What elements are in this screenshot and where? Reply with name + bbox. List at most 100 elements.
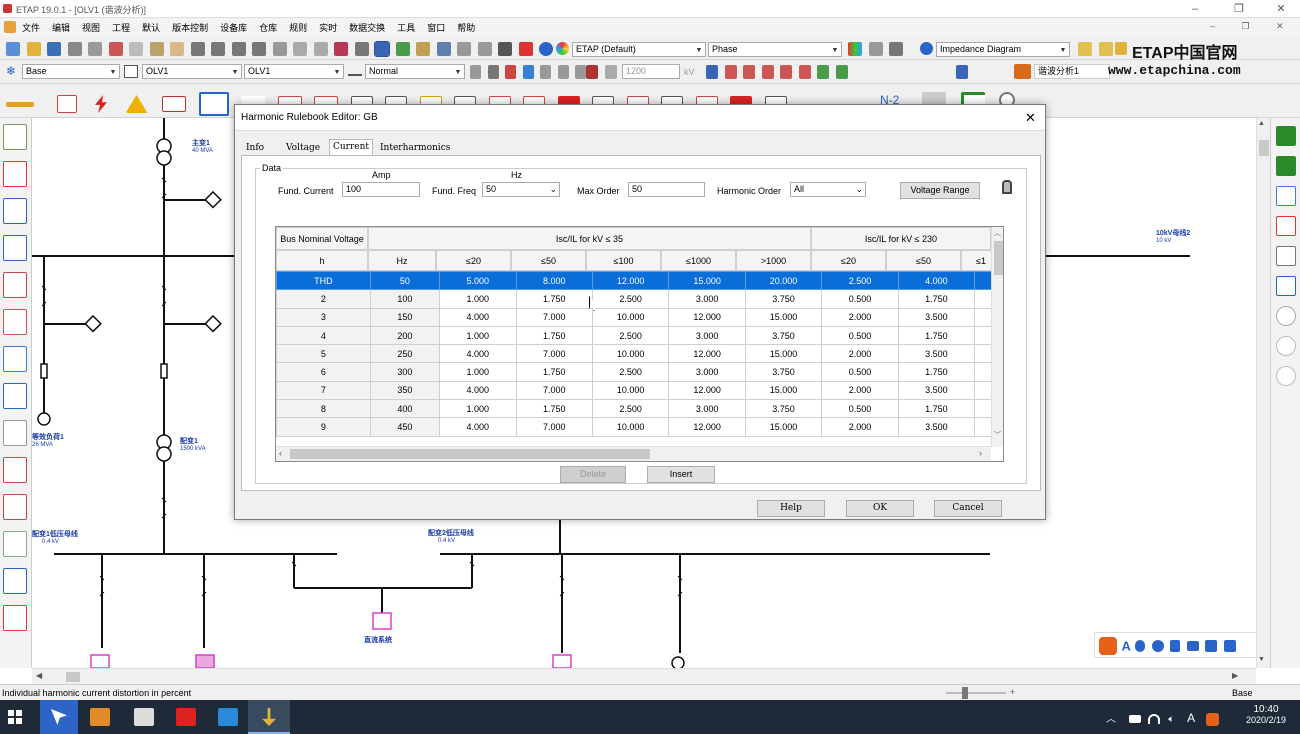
bus-tool-icon[interactable] — [6, 101, 34, 107]
grid-cell[interactable]: 300 — [369, 362, 441, 382]
grid-cell[interactable]: 3.500 — [897, 380, 976, 401]
capacitor-icon[interactable] — [3, 383, 27, 409]
study-case-combo[interactable]: 谐波分析1 — [1034, 64, 1110, 79]
cut-icon[interactable] — [108, 42, 123, 56]
grid-cell[interactable]: 3.000 — [668, 325, 746, 346]
grid-cell[interactable]: 10.000 — [591, 417, 670, 437]
taskbar-app-1[interactable] — [40, 700, 78, 734]
grid-cell[interactable]: 150 — [369, 307, 441, 327]
minimize-button[interactable]: – — [1186, 2, 1204, 16]
pan-icon[interactable] — [170, 42, 185, 56]
clock[interactable]: 10:40 2020/2/19 — [1240, 704, 1292, 725]
grid-cell[interactable]: 2.000 — [821, 307, 899, 327]
settings-disabled-icon[interactable] — [1276, 336, 1296, 356]
grid-toggle-icon[interactable] — [374, 41, 391, 57]
punctuation-icon[interactable] — [1135, 640, 1146, 652]
grid-cell[interactable]: 3.500 — [897, 307, 976, 327]
grid-cell[interactable]: 1.750 — [897, 399, 976, 419]
cancel-button[interactable]: Cancel — [934, 500, 1002, 517]
binoculars-icon[interactable] — [498, 42, 513, 56]
grid-cell[interactable]: 450 — [369, 417, 441, 437]
theme-icon[interactable] — [395, 42, 410, 56]
grid-cell[interactable]: 12.000 — [591, 271, 670, 291]
merge-icon[interactable] — [557, 65, 569, 79]
menu-item[interactable]: 工具 — [397, 18, 415, 38]
restore-button[interactable]: ❐ — [1230, 2, 1248, 16]
grid-scroll-down-icon[interactable]: ﹀ — [994, 430, 1001, 440]
sogou-tray-icon[interactable] — [1205, 712, 1219, 726]
meter-icon[interactable] — [3, 531, 27, 557]
library-tool-icon[interactable] — [470, 65, 481, 79]
grid-cell[interactable]: 1.750 — [515, 289, 593, 309]
grid-cell[interactable]: 1.750 — [515, 399, 593, 419]
arc-flash-icon[interactable] — [125, 95, 148, 113]
text-box-icon[interactable] — [334, 42, 349, 56]
grid-cell[interactable]: 200 — [369, 325, 441, 346]
short-circuit-icon[interactable] — [95, 95, 108, 113]
grid-cell[interactable]: 3.000 — [668, 362, 746, 382]
taskbar-etap[interactable] — [248, 700, 290, 734]
filter-icon[interactable] — [889, 42, 904, 56]
motor-start-icon[interactable] — [162, 96, 187, 112]
ime-mode-icon[interactable]: A — [1122, 639, 1131, 654]
table-row[interactable]: THD 50 5.000 8.000 12.000 15.000 20.000 2.500 4.… — [276, 271, 991, 291]
grid-cell[interactable]: 0.500 — [821, 289, 899, 309]
link-icon[interactable] — [436, 42, 451, 56]
grid-cell[interactable]: 3.750 — [744, 399, 823, 419]
grid-cell[interactable]: 10.000 — [591, 344, 670, 364]
grid-column-header[interactable]: ≤1000 — [661, 250, 736, 271]
grid-cell[interactable]: 3.500 — [897, 344, 976, 364]
zoom-out-icon[interactable] — [211, 42, 226, 56]
base-combo[interactable]: Base ▼ — [22, 64, 120, 79]
voltage-input[interactable]: 1200 — [622, 64, 680, 79]
horizontal-scrollbar[interactable]: ◀ ▶ — [32, 668, 1256, 684]
olv-combo-2[interactable]: OLV1 ▼ — [244, 64, 344, 79]
dynamic-icon[interactable] — [518, 42, 533, 56]
voltage-range-button[interactable]: Voltage Range — [900, 182, 980, 199]
grid-hscroll-thumb[interactable] — [290, 449, 650, 459]
grid-cell[interactable]: 5 — [974, 344, 991, 364]
ok-button[interactable]: OK — [846, 500, 914, 517]
tab-interharmonics[interactable]: Interharmonics — [377, 141, 453, 155]
grid-cell[interactable]: 3.750 — [744, 325, 823, 346]
vertical-scroll-thumb[interactable] — [1259, 140, 1269, 156]
grid-vscroll-thumb[interactable] — [994, 241, 1003, 275]
tab-info[interactable]: Info — [243, 141, 267, 155]
lock-icon[interactable] — [1002, 180, 1012, 194]
grid-cell[interactable]: 12.000 — [668, 344, 746, 364]
cloud-icon[interactable] — [522, 65, 534, 79]
zoom-slider-track[interactable] — [946, 692, 1006, 694]
photos-icon[interactable] — [134, 708, 154, 726]
grid-cell[interactable]: 400 — [369, 399, 441, 419]
table-row[interactable]: 3 150 4.000 7.000 10.000 12.000 15.000 2.000 3.5… — [276, 307, 991, 327]
menu-item[interactable]: 规则 — [289, 18, 307, 38]
grid-cell[interactable]: 3.500 — [897, 417, 976, 437]
emoji-icon[interactable] — [1151, 640, 1164, 652]
gear-disabled-icon[interactable] — [1276, 366, 1296, 386]
grid-cell[interactable]: 0.500 — [821, 325, 899, 346]
menu-item[interactable]: 版本控制 — [172, 18, 208, 38]
grid-cell[interactable]: 2.500 — [591, 325, 670, 346]
folder-icon[interactable] — [1078, 42, 1092, 56]
menu-item[interactable]: 数据交换 — [349, 18, 385, 38]
motor-icon[interactable] — [3, 309, 27, 335]
table-row[interactable]: 7 350 4.000 7.000 10.000 12.000 15.000 2.000 3.5… — [276, 380, 991, 401]
undo-icon[interactable] — [293, 42, 308, 56]
print-preview-icon[interactable] — [88, 42, 103, 56]
menu-item[interactable]: 实时 — [319, 18, 337, 38]
grid-column-header[interactable]: >1000 — [736, 250, 811, 271]
grid-cell[interactable]: 9 — [276, 417, 371, 437]
media-app-icon[interactable] — [218, 708, 238, 726]
table-row[interactable]: 21001.0001.7502.5003.0003.7500.5001.7501 — [276, 289, 991, 309]
grid-cell[interactable]: 20.000 — [744, 271, 823, 291]
grid-scroll-left-icon[interactable]: ‹ — [279, 448, 282, 458]
vertical-scrollbar[interactable]: ▲ ▼ — [1256, 118, 1270, 668]
menu-item[interactable]: 窗口 — [427, 18, 445, 38]
grid-cell[interactable]: 350 — [369, 380, 441, 401]
menu-item[interactable]: 默认 — [142, 18, 160, 38]
help-icon[interactable] — [539, 42, 554, 56]
scroll-right-icon[interactable]: ▶ — [1232, 671, 1238, 680]
grid-cell[interactable]: 5 — [974, 417, 991, 437]
grid-cell[interactable]: 4 — [276, 325, 371, 346]
study-tool-1-icon[interactable] — [724, 65, 737, 79]
